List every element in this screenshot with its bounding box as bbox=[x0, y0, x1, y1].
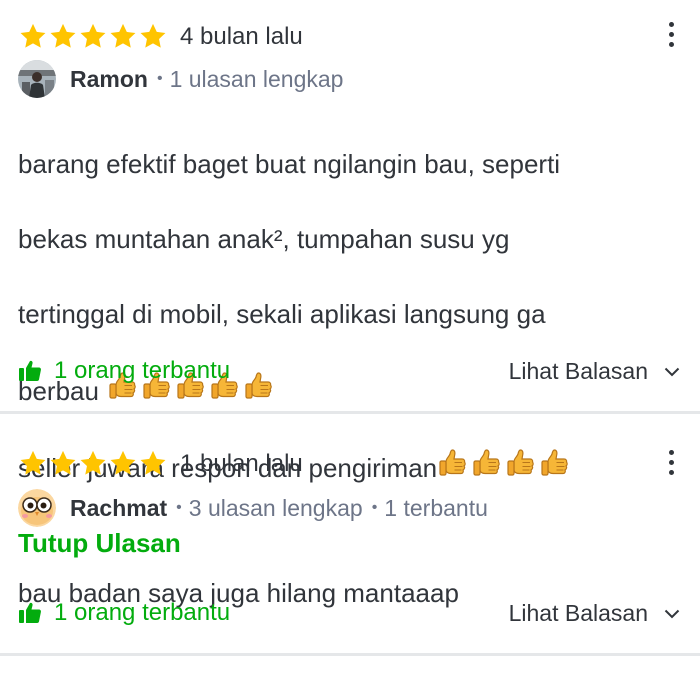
reviewer-info: Rachmat • 3 ulasan lengkap • 1 terbantu bbox=[18, 489, 488, 527]
reviewer-meta: 3 ulasan lengkap bbox=[188, 494, 363, 521]
star-icon bbox=[78, 449, 108, 478]
review-header: 4 bulan lalu bbox=[18, 22, 303, 51]
chevron-down-icon bbox=[664, 609, 680, 618]
review-text: bau badan saya juga hilang mantaaap bbox=[18, 537, 678, 650]
more-vertical-icon[interactable] bbox=[668, 450, 674, 475]
star-icon bbox=[108, 22, 138, 51]
star-icon bbox=[138, 22, 168, 51]
review-card: 1 bulan lalu Rachmat • 3 ulasan lengkap … bbox=[0, 414, 700, 656]
reviewer-meta: 1 ulasan lengkap bbox=[169, 65, 344, 92]
review-date: 4 bulan lalu bbox=[180, 22, 303, 50]
review-text-line: bekas muntahan anak², tumpahan susu yg bbox=[18, 223, 510, 254]
reviewer-info: Ramon • 1 ulasan lengkap bbox=[18, 60, 343, 98]
avatar[interactable] bbox=[18, 60, 56, 98]
helpful-button[interactable]: 1 orang terbantu bbox=[18, 357, 230, 385]
helpful-button[interactable]: 1 orang terbantu bbox=[18, 599, 230, 627]
view-replies-label: Lihat Balasan bbox=[508, 358, 648, 384]
thumbs-up-icon bbox=[19, 360, 41, 381]
star-icon bbox=[108, 449, 138, 478]
more-vertical-icon[interactable] bbox=[668, 22, 674, 47]
view-replies-button[interactable]: Lihat Balasan bbox=[509, 358, 680, 385]
helpful-count: 1 orang terbantu bbox=[54, 599, 231, 626]
star-icon bbox=[48, 449, 78, 478]
rating-stars bbox=[18, 449, 168, 478]
view-replies-button[interactable]: Lihat Balasan bbox=[509, 600, 680, 627]
review-header: 1 bulan lalu bbox=[18, 449, 303, 478]
thumbs-up-emoji bbox=[243, 371, 273, 403]
rating-stars bbox=[18, 22, 168, 51]
star-icon bbox=[18, 449, 48, 478]
star-icon bbox=[18, 22, 48, 51]
thumbs-up-icon bbox=[19, 602, 41, 623]
avatar[interactable] bbox=[18, 489, 56, 527]
reviewer-name[interactable]: Ramon bbox=[70, 66, 148, 93]
view-replies-label: Lihat Balasan bbox=[508, 600, 648, 626]
helpful-count: 1 orang terbantu bbox=[54, 357, 231, 384]
star-icon bbox=[138, 449, 168, 478]
chevron-down-icon bbox=[664, 367, 680, 376]
star-icon bbox=[48, 22, 78, 51]
review-text-line: tertinggal di mobil, sekali aplikasi lan… bbox=[18, 298, 546, 329]
review-text-line: barang efektif baget buat ngilangin bau,… bbox=[18, 148, 561, 179]
review-card: 4 bulan lalu Ramon • 1 ulasan lengkap ba… bbox=[0, 0, 700, 558]
divider bbox=[0, 653, 700, 656]
star-icon bbox=[78, 22, 108, 51]
reviewer-name[interactable]: Rachmat bbox=[70, 495, 167, 522]
reviewer-helpful-meta: 1 terbantu bbox=[384, 494, 488, 521]
review-date: 1 bulan lalu bbox=[180, 449, 303, 477]
